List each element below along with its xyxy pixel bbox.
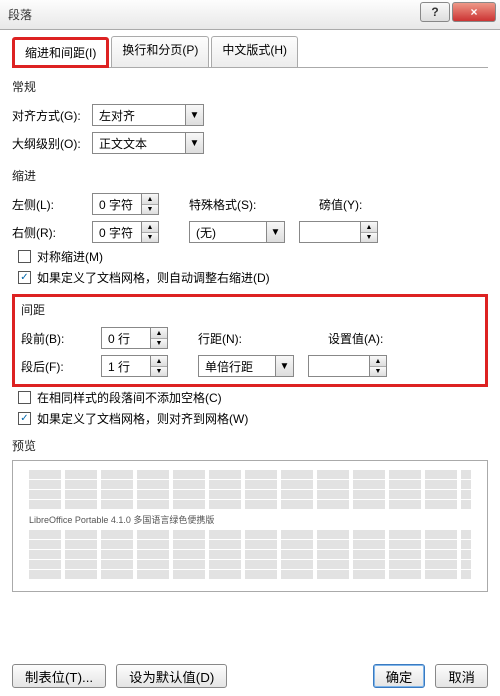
- nosamestyle-checkbox[interactable]: 在相同样式的段落间不添加空格(C): [12, 387, 488, 408]
- set-default-button[interactable]: 设为默认值(D): [116, 664, 227, 688]
- preview-midtext: LibreOffice Portable 4.1.0 多国语言绿色便携版: [29, 513, 471, 526]
- outline-select[interactable]: 正文文本 ▼: [92, 132, 204, 154]
- preview-box: LibreOffice Portable 4.1.0 多国语言绿色便携版: [12, 460, 488, 592]
- checkbox-icon: ✓: [18, 271, 31, 284]
- outline-value: 正文文本: [93, 135, 185, 152]
- autogrid-checkbox[interactable]: ✓ 如果定义了文档网格，则自动调整右缩进(D): [12, 267, 488, 288]
- tab-indent-spacing[interactable]: 缩进和间距(I): [12, 37, 109, 68]
- close-icon: ×: [470, 5, 477, 19]
- titlebar: 段落 ? ×: [0, 0, 500, 30]
- chevron-up-icon[interactable]: ▲: [361, 222, 377, 232]
- mirror-checkbox[interactable]: 对称缩进(M): [12, 246, 488, 267]
- ok-button[interactable]: 确定: [373, 664, 426, 688]
- after-input[interactable]: 1 行 ▲▼: [101, 355, 168, 377]
- tab-asian-typography[interactable]: 中文版式(H): [211, 36, 298, 67]
- autogrid-label: 如果定义了文档网格，则自动调整右缩进(D): [37, 269, 270, 286]
- dialog-footer: 制表位(T)... 设为默认值(D) 确定 取消: [12, 664, 488, 688]
- section-indent: 缩进 左侧(L): 0 字符 ▲▼ 特殊格式(S): 磅值(Y): 右侧(R):…: [12, 167, 488, 288]
- by-label: 磅值(Y):: [319, 196, 362, 213]
- chevron-up-icon[interactable]: ▲: [151, 328, 167, 338]
- before-input[interactable]: 0 行 ▲▼: [101, 327, 168, 349]
- outline-label: 大纲级别(O):: [12, 135, 92, 152]
- tab-bar: 缩进和间距(I) 换行和分页(P) 中文版式(H): [12, 36, 488, 68]
- spacing-title: 间距: [21, 301, 479, 318]
- chevron-down-icon[interactable]: ▼: [142, 232, 158, 242]
- chevron-down-icon[interactable]: ▼: [151, 366, 167, 376]
- cancel-button[interactable]: 取消: [435, 664, 488, 688]
- indent-right-input[interactable]: 0 字符 ▲▼: [92, 221, 159, 243]
- general-title: 常规: [12, 78, 488, 95]
- chevron-down-icon[interactable]: ▼: [361, 232, 377, 242]
- linespacing-value: 单倍行距: [199, 358, 275, 375]
- section-general: 常规 对齐方式(G): 左对齐 ▼ 大纲级别(O): 正文文本 ▼: [12, 78, 488, 157]
- tab-line-page-breaks[interactable]: 换行和分页(P): [111, 36, 209, 67]
- by-input[interactable]: ▲▼: [299, 221, 378, 243]
- chevron-up-icon[interactable]: ▲: [370, 356, 386, 366]
- special-label: 特殊格式(S):: [189, 196, 279, 213]
- before-label: 段前(B):: [21, 330, 101, 347]
- at-label: 设置值(A):: [328, 330, 383, 347]
- indent-right-label: 右侧(R):: [12, 224, 92, 241]
- after-value: 1 行: [102, 358, 150, 375]
- align-select[interactable]: 左对齐 ▼: [92, 104, 204, 126]
- chevron-up-icon[interactable]: ▲: [142, 222, 158, 232]
- before-value: 0 行: [102, 330, 150, 347]
- mirror-label: 对称缩进(M): [37, 248, 103, 265]
- checkbox-icon: ✓: [18, 412, 31, 425]
- chevron-down-icon[interactable]: ▼: [142, 204, 158, 214]
- indent-title: 缩进: [12, 167, 488, 184]
- linespacing-select[interactable]: 单倍行距 ▼: [198, 355, 294, 377]
- chevron-up-icon[interactable]: ▲: [142, 194, 158, 204]
- align-label: 对齐方式(G):: [12, 107, 92, 124]
- chevron-down-icon: ▼: [185, 105, 203, 125]
- special-select[interactable]: (无) ▼: [189, 221, 285, 243]
- checkbox-icon: [18, 391, 31, 404]
- window-title: 段落: [8, 6, 32, 23]
- preview-title: 预览: [12, 437, 488, 454]
- special-value: (无): [190, 224, 266, 241]
- snapgrid-label: 如果定义了文档网格，则对齐到网格(W): [37, 410, 248, 427]
- help-button[interactable]: ?: [420, 2, 450, 22]
- chevron-down-icon[interactable]: ▼: [370, 366, 386, 376]
- section-preview: 预览 LibreOffice Portable 4.1.0 多国语言绿色便携版: [12, 437, 488, 592]
- chevron-down-icon: ▼: [275, 356, 293, 376]
- checkbox-icon: [18, 250, 31, 263]
- chevron-down-icon[interactable]: ▼: [151, 338, 167, 348]
- chevron-down-icon: ▼: [185, 133, 203, 153]
- chevron-up-icon[interactable]: ▲: [151, 356, 167, 366]
- chevron-down-icon: ▼: [266, 222, 284, 242]
- align-value: 左对齐: [93, 107, 185, 124]
- indent-left-input[interactable]: 0 字符 ▲▼: [92, 193, 159, 215]
- help-icon: ?: [431, 5, 438, 19]
- indent-right-value: 0 字符: [93, 224, 141, 241]
- close-button[interactable]: ×: [452, 2, 496, 22]
- at-input[interactable]: ▲▼: [308, 355, 387, 377]
- indent-left-value: 0 字符: [93, 196, 141, 213]
- indent-left-label: 左侧(L):: [12, 196, 92, 213]
- after-label: 段后(F):: [21, 358, 101, 375]
- tabstops-button[interactable]: 制表位(T)...: [12, 664, 106, 688]
- snapgrid-checkbox[interactable]: ✓ 如果定义了文档网格，则对齐到网格(W): [12, 408, 488, 429]
- section-spacing: 间距 段前(B): 0 行 ▲▼ 行距(N): 设置值(A): 段后(F): 1…: [12, 294, 488, 387]
- nosamestyle-label: 在相同样式的段落间不添加空格(C): [37, 389, 222, 406]
- linespacing-label: 行距(N):: [198, 330, 288, 347]
